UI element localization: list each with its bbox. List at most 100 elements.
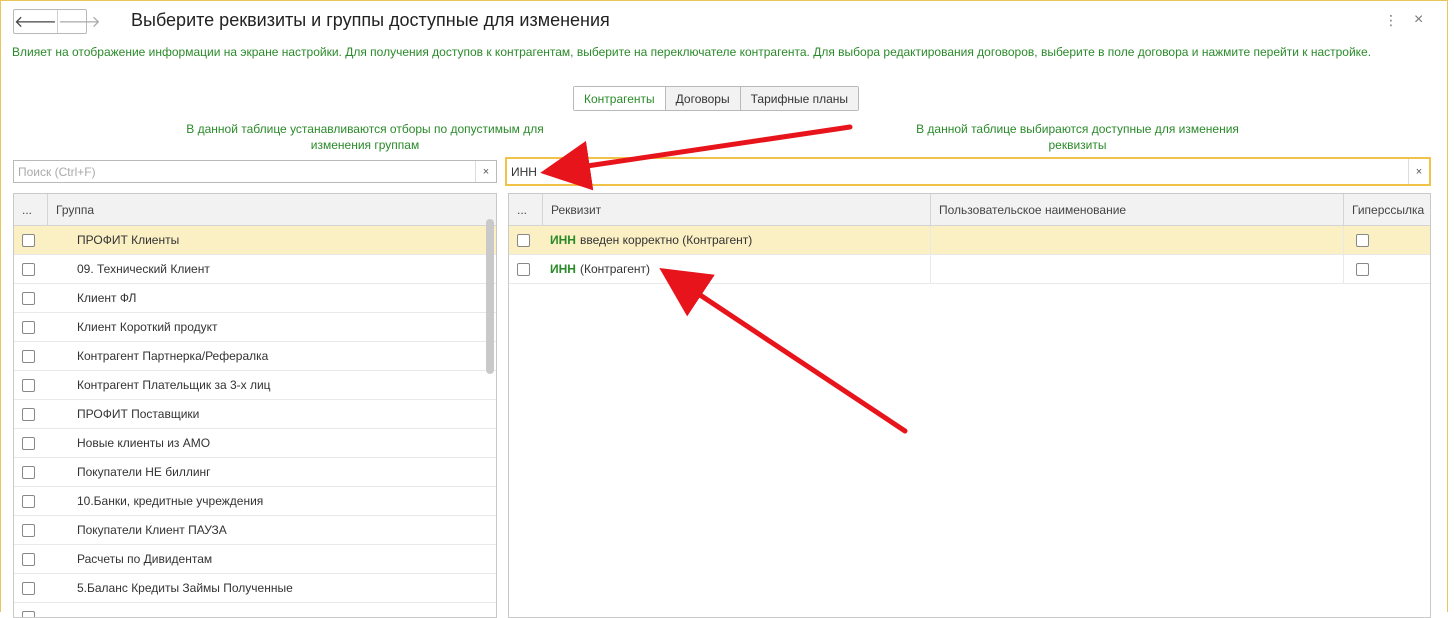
- left-search-input[interactable]: Поиск (Ctrl+F): [14, 165, 475, 179]
- group-name: Контрагент Плательщик за 3-х лиц: [47, 371, 271, 399]
- row-checkbox-cell: [14, 342, 47, 370]
- table-row[interactable]: Расчеты по Дивидентам: [14, 545, 496, 574]
- table-row[interactable]: [14, 603, 496, 618]
- group-name: Новые клиенты из АМО: [47, 429, 210, 457]
- group-name: Клиент Короткий продукт: [47, 313, 218, 341]
- row-checkbox-cell: [14, 313, 47, 341]
- row-checkbox[interactable]: [22, 437, 35, 450]
- row-checkbox-cell: [14, 516, 47, 544]
- group-name: Контрагент Партнерка/Рефералка: [47, 342, 268, 370]
- row-checkbox[interactable]: [22, 553, 35, 566]
- row-checkbox-cell: [14, 487, 47, 515]
- back-button[interactable]: 🡐: [14, 10, 57, 33]
- custom-name-cell[interactable]: [930, 255, 1343, 283]
- row-checkbox-cell: [14, 371, 47, 399]
- tab-tariff-plans[interactable]: Тарифные планы: [740, 87, 858, 110]
- row-checkbox[interactable]: [22, 495, 35, 508]
- table-row[interactable]: 10.Банки, кредитные учреждения: [14, 487, 496, 516]
- window-title: Выберите реквизиты и группы доступные дл…: [131, 10, 610, 31]
- table-row[interactable]: ПРОФИТ Клиенты: [14, 226, 496, 255]
- row-checkbox[interactable]: [22, 408, 35, 421]
- group-name: Покупатели Клиент ПАУЗА: [47, 516, 227, 544]
- hyperlink-checkbox[interactable]: [1356, 234, 1369, 247]
- row-checkbox-cell: [14, 603, 47, 618]
- attribute-name: ИННвведен корректно (Контрагент): [542, 226, 930, 254]
- hyperlink-checkbox[interactable]: [1356, 263, 1369, 276]
- row-checkbox[interactable]: [22, 350, 35, 363]
- tab-contracts[interactable]: Договоры: [665, 87, 740, 110]
- groups-rows: ПРОФИТ Клиенты09. Технический КлиентКлие…: [14, 226, 496, 618]
- row-checkbox[interactable]: [22, 234, 35, 247]
- table-row[interactable]: Клиент Короткий продукт: [14, 313, 496, 342]
- clear-search-icon[interactable]: ×: [1408, 159, 1429, 184]
- column-header-select[interactable]: ...: [509, 194, 542, 225]
- right-hint-line2: реквизиты: [1048, 138, 1106, 152]
- row-checkbox[interactable]: [517, 234, 530, 247]
- column-header-hyperlink[interactable]: Гиперссылка: [1343, 194, 1430, 225]
- right-search-input[interactable]: ИНН: [507, 165, 1408, 179]
- group-name: Покупатели НЕ биллинг: [47, 458, 211, 486]
- left-search-box: Поиск (Ctrl+F) ×: [13, 160, 497, 183]
- row-checkbox[interactable]: [22, 466, 35, 479]
- table-row[interactable]: Контрагент Партнерка/Рефералка: [14, 342, 496, 371]
- row-checkbox[interactable]: [517, 263, 530, 276]
- clear-search-icon[interactable]: ×: [475, 161, 496, 182]
- column-header-attribute[interactable]: Реквизит: [542, 194, 930, 225]
- info-text: Влияет на отображение информации на экра…: [12, 44, 1432, 61]
- search-match-highlight: ИНН: [550, 262, 576, 276]
- group-name: ПРОФИТ Поставщики: [47, 400, 199, 428]
- row-checkbox[interactable]: [22, 321, 35, 334]
- row-checkbox[interactable]: [22, 582, 35, 595]
- group-name: Расчеты по Дивидентам: [47, 545, 212, 573]
- table-row[interactable]: 09. Технический Клиент: [14, 255, 496, 284]
- row-checkbox-cell: [14, 574, 47, 602]
- row-checkbox-cell: [14, 545, 47, 573]
- group-name: [47, 603, 77, 618]
- arrow-right-icon: 🡒: [58, 11, 101, 32]
- table-row[interactable]: ПРОФИТ Поставщики: [14, 400, 496, 429]
- row-checkbox[interactable]: [22, 379, 35, 392]
- group-name: Клиент ФЛ: [47, 284, 136, 312]
- attributes-rows: ИННвведен корректно (Контрагент)ИНН(Конт…: [509, 226, 1430, 284]
- column-header-group[interactable]: Группа: [47, 194, 496, 225]
- table-row[interactable]: Покупатели НЕ биллинг: [14, 458, 496, 487]
- close-icon[interactable]: ×: [1414, 11, 1423, 29]
- attribute-name: ИНН(Контрагент): [542, 255, 930, 283]
- forward-button[interactable]: 🡒: [57, 10, 101, 33]
- row-checkbox[interactable]: [22, 292, 35, 305]
- navigation-buttons: 🡐 🡒: [13, 9, 87, 34]
- row-checkbox-cell: [14, 226, 47, 254]
- left-table-hint: В данной таблице устанавливаются отборы …: [150, 121, 580, 153]
- scrollbar-thumb[interactable]: [486, 219, 494, 374]
- table-row[interactable]: Покупатели Клиент ПАУЗА: [14, 516, 496, 545]
- right-table-hint: В данной таблице выбираются доступные дл…: [860, 121, 1295, 153]
- attributes-table: ... Реквизит Пользовательское наименован…: [508, 193, 1431, 618]
- right-search-box: ИНН ×: [505, 157, 1431, 186]
- row-checkbox[interactable]: [22, 524, 35, 537]
- custom-name-cell[interactable]: [930, 226, 1343, 254]
- group-name: 09. Технический Клиент: [47, 255, 210, 283]
- arrow-left-icon: 🡐: [14, 11, 57, 32]
- table-row[interactable]: ИНН(Контрагент): [509, 255, 1430, 284]
- hyperlink-cell: [1343, 226, 1430, 254]
- row-checkbox-cell: [509, 255, 542, 283]
- tab-contractors[interactable]: Контрагенты: [574, 87, 665, 110]
- table-row[interactable]: Контрагент Плательщик за 3-х лиц: [14, 371, 496, 400]
- attribute-label: введен корректно (Контрагент): [580, 233, 752, 247]
- table-row[interactable]: ИННвведен корректно (Контрагент): [509, 226, 1430, 255]
- group-name: ПРОФИТ Клиенты: [47, 226, 179, 254]
- table-row[interactable]: Клиент ФЛ: [14, 284, 496, 313]
- group-name: 5.Баланс Кредиты Займы Полученные: [47, 574, 293, 602]
- table-header: ... Реквизит Пользовательское наименован…: [509, 194, 1430, 226]
- column-header-select[interactable]: ...: [14, 194, 47, 225]
- row-checkbox-cell: [14, 284, 47, 312]
- row-checkbox[interactable]: [22, 263, 35, 276]
- column-header-custom-name[interactable]: Пользовательское наименование: [930, 194, 1343, 225]
- table-row[interactable]: Новые клиенты из АМО: [14, 429, 496, 458]
- group-name: 10.Банки, кредитные учреждения: [47, 487, 263, 515]
- table-header: ... Группа: [14, 194, 496, 226]
- more-menu-icon[interactable]: ⋮: [1384, 12, 1398, 29]
- row-checkbox-cell: [14, 429, 47, 457]
- table-row[interactable]: 5.Баланс Кредиты Займы Полученные: [14, 574, 496, 603]
- groups-table: ... Группа ПРОФИТ Клиенты09. Технический…: [13, 193, 497, 618]
